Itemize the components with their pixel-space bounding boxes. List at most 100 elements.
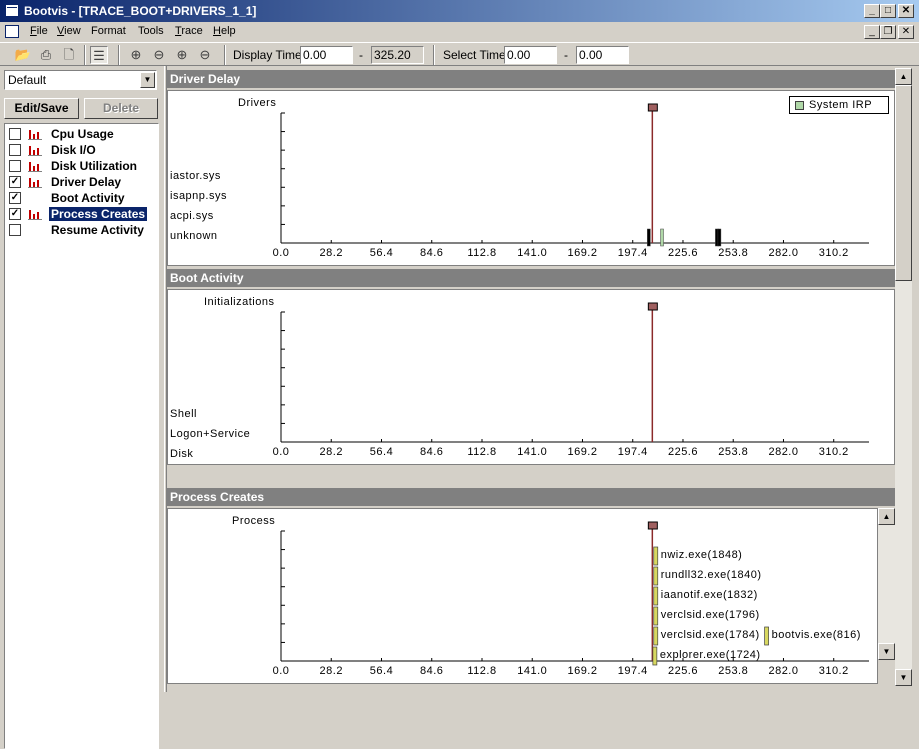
menu-help[interactable]: Help	[213, 25, 236, 37]
zoom-out-full-icon[interactable]: ⊖	[196, 46, 214, 64]
process-event-bar	[653, 626, 659, 646]
process-label: verclsid.exe(1796)	[660, 609, 760, 621]
x-tick-label: 282.0	[768, 247, 798, 259]
x-tick-label: 225.6	[668, 446, 698, 458]
select-time-start-input[interactable]	[504, 46, 557, 64]
process-label: explorer.exe(1724)	[659, 649, 761, 661]
document-icon[interactable]	[5, 25, 19, 38]
zoom-out-icon[interactable]: ⊖	[150, 46, 168, 64]
process-label: verclsid.exe(1784)	[660, 629, 760, 641]
process-creates-chart[interactable]: Process 0.0 28.2 56.4 84.6 112.8 141.0 169.2 19…	[167, 508, 878, 684]
chart-plot: 0.0 28.2 56.4 84.6 112.8 141.0 169.2 197.4 225.6…	[273, 521, 869, 677]
edit-save-button[interactable]: Edit/Save	[4, 98, 79, 119]
boot-activity-header: Boot Activity	[167, 269, 895, 287]
time-marker-handle	[647, 302, 658, 311]
display-time-label: Display Time	[233, 48, 302, 62]
x-tick-label: 28.2	[320, 665, 343, 677]
chart-list-label: Disk Utilization	[51, 159, 138, 173]
time-marker-handle	[647, 103, 658, 112]
x-tick-label: 112.8	[467, 665, 496, 677]
chart-list-item[interactable]: Cpu Usage	[5, 126, 158, 142]
x-tick-label: 0.0	[273, 446, 290, 458]
x-tick-label: 56.4	[370, 247, 393, 259]
menu-format[interactable]: Format	[91, 25, 126, 37]
scroll-down-icon[interactable]: ▼	[895, 669, 912, 686]
menu-view[interactable]: View	[57, 25, 81, 37]
chart-list-label: Boot Activity	[51, 191, 125, 205]
chart-plot: 0.0 28.2 56.4 84.6 112.8 141.0 169.2 197.4 225.6…	[273, 103, 869, 259]
list-view-icon[interactable]: ☰	[90, 46, 108, 64]
bar-chart-icon	[28, 144, 42, 156]
preset-dropdown[interactable]: Default ▼	[4, 70, 157, 90]
boot-activity-chart[interactable]: Initializations Shell Logon+Service Disk…	[167, 289, 895, 465]
scroll-up-icon[interactable]: ▲	[895, 68, 912, 85]
app-icon	[5, 4, 19, 17]
chart-list-item[interactable]: ✓ Process Creates	[5, 206, 158, 222]
time-marker-handle	[647, 521, 658, 530]
menu-file[interactable]: File	[30, 25, 48, 37]
chevron-down-icon[interactable]: ▼	[140, 72, 155, 88]
minimize-button[interactable]: _	[864, 4, 880, 18]
x-tick-label: 282.0	[768, 446, 798, 458]
chart-checkbox[interactable]	[9, 128, 21, 140]
x-tick-label: 0.0	[273, 665, 290, 677]
menu-trace[interactable]: Trace	[175, 25, 203, 37]
scroll-thumb[interactable]	[895, 85, 912, 281]
x-tick-label: 84.6	[420, 446, 443, 458]
chart-checkbox[interactable]: ✓	[9, 192, 21, 204]
scroll-down-icon[interactable]: ▼	[878, 643, 895, 660]
x-tick-label: 169.2	[567, 446, 597, 458]
chart-list-item[interactable]: ✓ Boot Activity	[5, 190, 158, 206]
child-close-button[interactable]: ✕	[898, 25, 914, 39]
select-time-end-input[interactable]	[576, 46, 629, 64]
print-preview-icon[interactable]: 🗋	[60, 46, 78, 64]
driver-delay-header: Driver Delay	[167, 70, 895, 88]
print-icon[interactable]: ⎙	[37, 46, 55, 64]
bar-chart-icon	[28, 176, 42, 188]
chart-checkbox[interactable]	[9, 144, 21, 156]
x-tick-label: 197.4	[618, 446, 648, 458]
menu-tools[interactable]: Tools	[138, 25, 164, 37]
chart-checkbox[interactable]: ✓	[9, 176, 21, 188]
x-tick-label: 28.2	[320, 247, 343, 259]
bar-chart-icon	[28, 160, 42, 172]
chart-list-item[interactable]: ✓ Driver Delay	[5, 174, 158, 190]
close-button[interactable]: ✕	[898, 4, 914, 18]
x-tick-label: 56.4	[370, 665, 393, 677]
chart-checkbox[interactable]: ✓	[9, 208, 21, 220]
chart-list-label: Driver Delay	[51, 175, 122, 189]
open-icon[interactable]: 📂	[14, 46, 32, 64]
bar-chart-icon	[28, 128, 42, 140]
process-label: bootvis.exe(816)	[771, 629, 861, 641]
x-tick-label: 310.2	[819, 665, 849, 677]
chart-list-item[interactable]: Disk I/O	[5, 142, 158, 158]
process-event-bar	[653, 586, 659, 606]
x-tick-label: 169.2	[567, 247, 597, 259]
zoom-in-icon[interactable]: ⊕	[127, 46, 145, 64]
toolbar: 📂 ⎙ 🗋 ☰ ⊕ ⊖ ⊕ ⊖ Display Time - Select Ti…	[0, 42, 919, 66]
zoom-in-selection-icon[interactable]: ⊕	[173, 46, 191, 64]
display-time-end-input	[371, 46, 424, 64]
chart-checkbox[interactable]	[9, 160, 21, 172]
main-scrollbar[interactable]: ▲ ▼	[895, 68, 912, 686]
process-label: nwiz.exe(1848)	[660, 549, 743, 561]
x-tick-label: 56.4	[370, 446, 393, 458]
child-restore-button[interactable]: ❐	[880, 25, 896, 39]
process-label: iaanotif.exe(1832)	[660, 589, 758, 601]
process-creates-scrollbar[interactable]: ▲ ▼	[878, 508, 895, 660]
chart-checkbox[interactable]	[9, 224, 21, 236]
x-tick-label: 225.6	[668, 247, 698, 259]
window-title: Bootvis - [TRACE_BOOT+DRIVERS_1_1]	[24, 4, 257, 18]
chart-list-item[interactable]: Resume Activity	[5, 222, 158, 238]
title-bar[interactable]: Bootvis - [TRACE_BOOT+DRIVERS_1_1] _ □ ✕	[0, 0, 919, 22]
x-tick-label: 28.2	[320, 446, 343, 458]
chart-list-item[interactable]: Disk Utilization	[5, 158, 158, 174]
maximize-button[interactable]: □	[880, 4, 896, 18]
x-tick-label: 141.0	[517, 446, 547, 458]
x-tick-label: 197.4	[618, 665, 648, 677]
child-minimize-button[interactable]: _	[864, 25, 880, 39]
scroll-up-icon[interactable]: ▲	[878, 508, 895, 525]
display-time-start-input[interactable]	[300, 46, 353, 64]
bar-chart-icon	[28, 208, 42, 220]
driver-delay-chart[interactable]: Drivers iastor.sys isapnp.sys acpi.sys u…	[167, 90, 895, 266]
